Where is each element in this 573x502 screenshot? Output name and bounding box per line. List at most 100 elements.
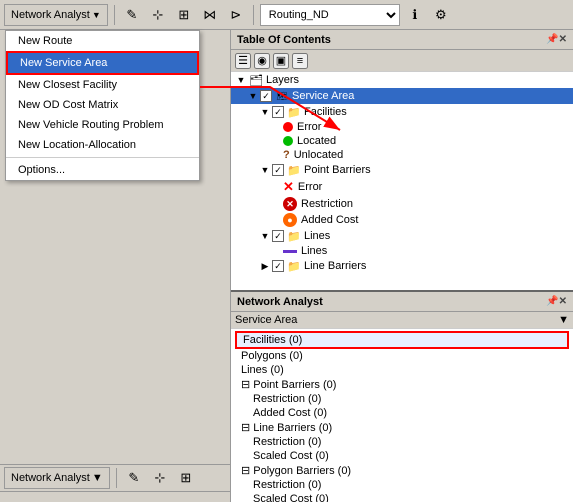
na-item-polb-scaled-cost[interactable]: Scaled Cost (0) bbox=[235, 492, 569, 502]
network-info-btn[interactable]: ℹ bbox=[404, 4, 426, 26]
toc-icon-selection[interactable]: ▣ bbox=[273, 53, 289, 69]
tree-item-layers[interactable]: ▼ 🗂 Layers bbox=[231, 72, 573, 88]
menu-item-new-route[interactable]: New Route bbox=[6, 31, 199, 51]
toolbar-separator-2 bbox=[253, 5, 254, 25]
main-content: New Route New Service Area New Closest F… bbox=[0, 30, 573, 502]
second-toolbar-icon-1[interactable]: ✎ bbox=[123, 467, 145, 489]
checkbox-lines[interactable]: ✓ bbox=[272, 230, 284, 242]
toc-icon-drawing-order[interactable]: ≡ bbox=[292, 53, 308, 69]
expand-icon-lb[interactable]: ▶ bbox=[259, 260, 271, 272]
tree-item-lines[interactable]: ▼ ✓ 📁 Lines bbox=[231, 228, 573, 244]
network-settings-btn[interactable]: ⚙ bbox=[430, 4, 452, 26]
tree-item-lines-item[interactable]: Lines bbox=[231, 244, 573, 258]
na-content: Facilities (0) Polygons (0) Lines (0) ⊟ … bbox=[231, 329, 573, 502]
toolbar-icon-2[interactable]: ⊹ bbox=[147, 4, 169, 26]
tree-item-point-error[interactable]: ✕ Error bbox=[231, 178, 573, 196]
tree-item-unlocated[interactable]: ? Unlocated bbox=[231, 148, 573, 162]
located-label: Located bbox=[297, 135, 336, 147]
main-toolbar: Network Analyst ▼ ✎ ⊹ ⊞ ⋈ ⊳ Routing_ND ℹ… bbox=[0, 0, 573, 30]
facilities-icon: 📁 bbox=[286, 105, 302, 119]
layers-folder-icon: 🗂 bbox=[248, 73, 264, 87]
expand-icon-layers[interactable]: ▼ bbox=[235, 74, 247, 86]
na-item-lines[interactable]: Lines (0) bbox=[235, 363, 569, 377]
tree-item-facilities[interactable]: ▼ ✓ 📁 Facilities bbox=[231, 104, 573, 120]
expand-icon-facilities[interactable]: ▼ bbox=[259, 106, 271, 118]
tree-item-error[interactable]: Error bbox=[231, 120, 573, 134]
tree-item-restriction[interactable]: ✕ Restriction bbox=[231, 196, 573, 212]
toolbar-icon-4[interactable]: ⋈ bbox=[199, 4, 221, 26]
lines-label: Lines bbox=[304, 230, 330, 242]
expand-icon-sa[interactable]: ▼ bbox=[247, 90, 259, 102]
menu-item-new-od-cost-matrix[interactable]: New OD Cost Matrix bbox=[6, 95, 199, 115]
toolbar-icon-5[interactable]: ⊳ bbox=[225, 4, 247, 26]
error-label: Error bbox=[297, 121, 321, 133]
na-item-lb-scaled-cost[interactable]: Scaled Cost (0) bbox=[235, 449, 569, 463]
na-dropdown-btn[interactable]: ▼ bbox=[558, 314, 569, 326]
toolbar-separator-1 bbox=[114, 5, 115, 25]
lines-legend-line bbox=[283, 250, 297, 253]
toc-panel: Table Of Contents 📌 ✕ ☰ ◉ ▣ ≡ ▼ bbox=[231, 30, 573, 292]
left-panel: New Route New Service Area New Closest F… bbox=[0, 30, 230, 502]
toc-toolbar: ☰ ◉ ▣ ≡ bbox=[231, 50, 573, 72]
menu-item-new-vehicle-routing[interactable]: New Vehicle Routing Problem bbox=[6, 115, 199, 135]
added-cost-icon: ● bbox=[283, 213, 297, 227]
second-toolbar-icon-2[interactable]: ⊹ bbox=[149, 467, 171, 489]
layers-label: Layers bbox=[266, 74, 299, 86]
na-item-polygon-barriers[interactable]: ⊟ Polygon Barriers (0) bbox=[235, 463, 569, 478]
polb-expand: ⊟ bbox=[241, 465, 253, 477]
tree-item-point-barriers[interactable]: ▼ ✓ 📁 Point Barriers bbox=[231, 162, 573, 178]
na-header-controls: 📌 ✕ bbox=[542, 296, 567, 307]
na-item-lb-restriction[interactable]: Restriction (0) bbox=[235, 435, 569, 449]
lb-label: Line Barriers bbox=[304, 260, 366, 272]
second-separator bbox=[116, 468, 117, 488]
toc-tree: ▼ 🗂 Layers ▼ ✓ 🗺 Service Area bbox=[231, 72, 573, 290]
error-legend-dot bbox=[283, 122, 293, 132]
checkbox-facilities[interactable]: ✓ bbox=[272, 106, 284, 118]
na-close-icon[interactable]: ✕ bbox=[559, 296, 567, 307]
toolbar-icon-3[interactable]: ⊞ bbox=[173, 4, 195, 26]
na-pin-icon[interactable]: 📌 bbox=[546, 296, 558, 307]
point-error-label: Error bbox=[298, 181, 322, 193]
checkbox-sa[interactable]: ✓ bbox=[260, 90, 272, 102]
na-item-facilities[interactable]: Facilities (0) bbox=[235, 331, 569, 349]
expand-icon-lines[interactable]: ▼ bbox=[259, 230, 271, 242]
na-item-pb-added-cost[interactable]: Added Cost (0) bbox=[235, 406, 569, 420]
tree-item-added-cost[interactable]: ● Added Cost bbox=[231, 212, 573, 228]
toc-pin-icon[interactable]: 📌 bbox=[546, 34, 558, 45]
second-na-label: Network Analyst bbox=[11, 472, 90, 484]
na-item-line-barriers[interactable]: ⊟ Line Barriers (0) bbox=[235, 420, 569, 435]
second-toolbar-icon-3[interactable]: ⊞ bbox=[175, 467, 197, 489]
right-panel: Table Of Contents 📌 ✕ ☰ ◉ ▣ ≡ ▼ bbox=[230, 30, 573, 502]
tree-item-located[interactable]: Located bbox=[231, 134, 573, 148]
tree-item-service-area[interactable]: ▼ ✓ 🗺 Service Area bbox=[231, 88, 573, 104]
expand-icon-pb[interactable]: ▼ bbox=[259, 164, 271, 176]
toc-icon-visibility[interactable]: ◉ bbox=[254, 53, 270, 69]
menu-separator bbox=[6, 157, 199, 158]
menu-item-new-service-area[interactable]: New Service Area bbox=[6, 51, 199, 75]
restriction-label: Restriction bbox=[301, 198, 353, 210]
network-dataset-select[interactable]: Routing_ND bbox=[260, 4, 400, 26]
lines-item-label: Lines bbox=[301, 245, 327, 257]
unlocated-label: Unlocated bbox=[294, 149, 344, 161]
na-item-point-barriers[interactable]: ⊟ Point Barriers (0) bbox=[235, 377, 569, 392]
menu-item-new-location-allocation[interactable]: New Location-Allocation bbox=[6, 135, 199, 155]
second-network-analyst-btn[interactable]: Network Analyst ▼ bbox=[4, 467, 110, 489]
na-item-pb-restriction[interactable]: Restriction (0) bbox=[235, 392, 569, 406]
na-item-polb-restriction[interactable]: Restriction (0) bbox=[235, 478, 569, 492]
located-legend-dot bbox=[283, 136, 293, 146]
menu-item-options[interactable]: Options... bbox=[6, 160, 199, 180]
network-analyst-menu: New Route New Service Area New Closest F… bbox=[5, 30, 200, 181]
na-header: Network Analyst 📌 ✕ bbox=[231, 292, 573, 312]
restriction-icon: ✕ bbox=[283, 197, 297, 211]
facilities-label: Facilities bbox=[304, 106, 347, 118]
menu-item-new-closest-facility[interactable]: New Closest Facility bbox=[6, 75, 199, 95]
checkbox-pb[interactable]: ✓ bbox=[272, 164, 284, 176]
tree-item-line-barriers[interactable]: ▶ ✓ 📁 Line Barriers bbox=[231, 258, 573, 274]
lines-icon: 📁 bbox=[286, 229, 302, 243]
toc-close-icon[interactable]: ✕ bbox=[559, 34, 567, 45]
toolbar-icon-1[interactable]: ✎ bbox=[121, 4, 143, 26]
checkbox-lb[interactable]: ✓ bbox=[272, 260, 284, 272]
network-analyst-dropdown-btn[interactable]: Network Analyst ▼ bbox=[4, 4, 108, 26]
toc-icon-list[interactable]: ☰ bbox=[235, 53, 251, 69]
na-item-polygons[interactable]: Polygons (0) bbox=[235, 349, 569, 363]
